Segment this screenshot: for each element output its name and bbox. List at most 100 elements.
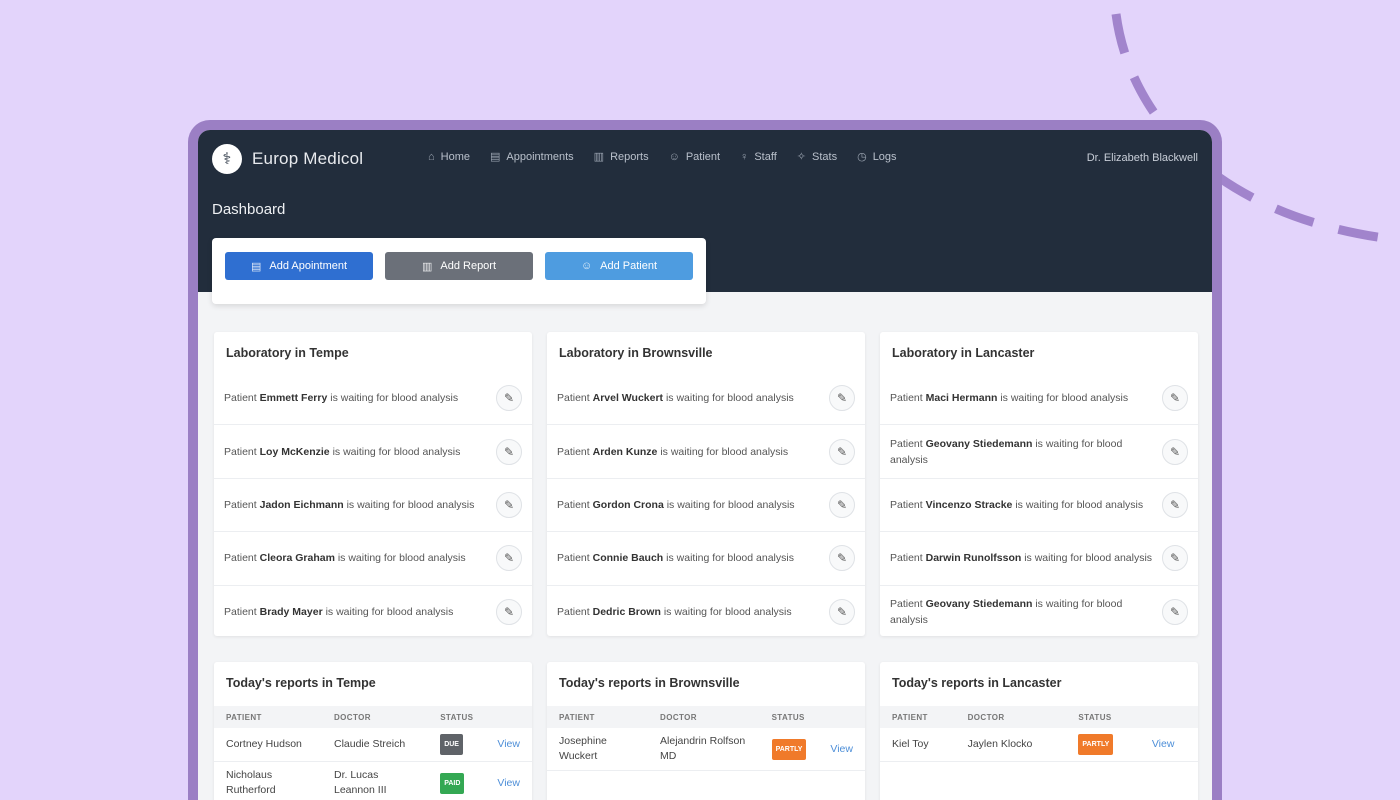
add-report-button[interactable]: ▥ Add Report [385, 252, 533, 280]
brand[interactable]: ⚕ Europ Medicol [212, 144, 363, 174]
lab-item-prefix: Patient [890, 552, 923, 565]
page-title: Dashboard [212, 201, 286, 218]
add-appointment-button[interactable]: ▤ Add Apointment [225, 252, 373, 280]
edit-button[interactable]: ✎ [496, 599, 522, 626]
action-cell: View [485, 728, 532, 762]
doctor-cell: Dr. Lucas Leannon III [321, 761, 429, 800]
edit-icon: ✎ [1169, 605, 1181, 620]
column-header: STATUS [428, 706, 486, 728]
list-item: Patient Brady Mayer is waiting for blood… [214, 586, 532, 636]
lab-item-suffix: is waiting for blood analysis [1024, 552, 1153, 565]
edit-button[interactable]: ✎ [496, 491, 522, 518]
edit-icon: ✎ [503, 605, 515, 620]
patient-cell: Nicholaus Rutherford [214, 761, 322, 800]
lab-item-text: Patient Geovany Stiedemann is waiting fo… [890, 596, 1160, 628]
lab-item-text: Patient Loy McKenzie is waiting for bloo… [224, 444, 460, 460]
edit-button[interactable]: ✎ [829, 599, 855, 626]
column-header: DOCTOR [648, 706, 760, 728]
edit-button[interactable]: ✎ [1162, 545, 1188, 572]
list-item: Patient Emmett Ferry is waiting for bloo… [214, 372, 532, 426]
table-header: PATIENT DOCTOR STATUS [214, 706, 532, 728]
list-item: Patient Darwin Runolfsson is waiting for… [880, 532, 1198, 586]
lab-item-prefix: Patient [224, 392, 257, 405]
edit-button[interactable]: ✎ [829, 438, 855, 465]
view-link[interactable]: View [497, 738, 520, 750]
patient-name: Loy McKenzie [259, 445, 330, 458]
lab-item-prefix: Patient [557, 445, 590, 458]
edit-button[interactable]: ✎ [496, 438, 522, 465]
patient-name: Cleora Graham [259, 552, 335, 565]
nav-label: Stats [812, 150, 838, 163]
edit-icon: ✎ [503, 497, 515, 512]
nav-label: Home [440, 150, 470, 163]
edit-button[interactable]: ✎ [829, 491, 855, 518]
nav-item-logs[interactable]: ◷ Logs [857, 150, 896, 164]
lab-item-prefix: Patient [224, 498, 257, 511]
home-icon: ⌂ [428, 150, 435, 163]
lab-item-text: Patient Gordon Crona is waiting for bloo… [557, 497, 795, 513]
nav-item-stats[interactable]: ✧ Stats [796, 150, 838, 164]
add-patient-button[interactable]: ☺ Add Patient [545, 252, 693, 280]
patient-name: Emmett Ferry [259, 392, 328, 405]
edit-button[interactable]: ✎ [1162, 491, 1188, 518]
lab-item-suffix: is waiting for blood analysis [665, 392, 794, 405]
edit-button[interactable]: ✎ [1162, 438, 1188, 465]
view-link[interactable]: View [1152, 738, 1175, 750]
edit-button[interactable]: ✎ [1162, 385, 1188, 412]
calendar-icon: ▤ [250, 260, 262, 273]
nav-item-patient[interactable]: ☺ Patient [669, 150, 720, 163]
status-cell: PARTLY [759, 728, 819, 771]
patient-cell: Kiel Toy [880, 728, 956, 762]
lab-item-suffix: is waiting for blood analysis [663, 606, 792, 619]
edit-button[interactable]: ✎ [829, 385, 855, 412]
column-header: DOCTOR [955, 706, 1067, 728]
user-name[interactable]: Dr. Elizabeth Blackwell [1087, 152, 1198, 164]
lab-item-suffix: is waiting for blood analysis [330, 392, 459, 405]
nav-item-appointments[interactable]: ▤ Appointments [490, 150, 574, 164]
nav-label: Patient [685, 150, 721, 163]
table-header: PATIENT DOCTOR STATUS [547, 706, 865, 728]
quick-actions-panel: ▤ Add Apointment ▥ Add Report ☺ Add Patient [212, 238, 706, 304]
patient-name: Geovany Stiedemann [925, 437, 1033, 450]
column-header: STATUS [759, 706, 819, 728]
users-icon: ☺ [668, 150, 680, 163]
patient-name: Vincenzo Stracke [925, 498, 1013, 511]
lab-item-prefix: Patient [224, 606, 257, 619]
reports-table: PATIENT DOCTOR STATUS Cortney Hudson Claudie… [214, 706, 532, 800]
lab-item-suffix: is waiting for blood analysis [666, 498, 795, 511]
table-row: Kiel Toy Jaylen Klocko PARTLY View [880, 728, 1198, 762]
lab-item-text: Patient Vincenzo Stracke is waiting for … [890, 497, 1143, 513]
brand-name: Europ Medicol [252, 149, 364, 168]
view-link[interactable]: View [497, 777, 520, 789]
list-item: Patient Arvel Wuckert is waiting for blo… [547, 372, 865, 426]
edit-button[interactable]: ✎ [1162, 599, 1188, 626]
patient-name: Arvel Wuckert [592, 392, 664, 405]
lab-item-text: Patient Brady Mayer is waiting for blood… [224, 604, 453, 620]
lab-item-prefix: Patient [557, 392, 590, 405]
edit-icon: ✎ [503, 391, 515, 406]
action-cell: View [1139, 728, 1198, 762]
edit-icon: ✎ [836, 497, 848, 512]
edit-button[interactable]: ✎ [496, 385, 522, 412]
lab-list: Patient Arvel Wuckert is waiting for blo… [547, 372, 865, 636]
lab-item-text: Patient Arden Kunze is waiting for blood… [557, 444, 788, 460]
edit-button[interactable]: ✎ [829, 545, 855, 572]
doctor-cell: Alejandrin Rolfson MD [648, 728, 760, 771]
edit-button[interactable]: ✎ [496, 545, 522, 572]
patient-name: Jadon Eichmann [259, 498, 344, 511]
nav-item-staff[interactable]: ♀ Staff [740, 150, 777, 163]
lab-item-text: Patient Geovany Stiedemann is waiting fo… [890, 436, 1160, 468]
lab-item-suffix: is waiting for blood analysis [1000, 392, 1129, 405]
lab-item-prefix: Patient [890, 437, 923, 450]
report-card-title: Today's reports in Tempe [226, 676, 376, 690]
view-link[interactable]: View [830, 743, 853, 755]
nav-item-reports[interactable]: ▥ Reports [594, 150, 649, 164]
logo-icon: ⚕ [212, 144, 242, 174]
column-header-action [1139, 706, 1198, 728]
lab-item-prefix: Patient [557, 498, 590, 511]
user-icon: ♀ [740, 150, 749, 163]
nav-item-home[interactable]: ⌂ Home [428, 150, 470, 163]
column-header: PATIENT [547, 706, 649, 728]
sparkle-icon: ✧ [796, 151, 806, 163]
table-row: Josephine Wuckert Alejandrin Rolfson MD PA… [547, 728, 865, 771]
